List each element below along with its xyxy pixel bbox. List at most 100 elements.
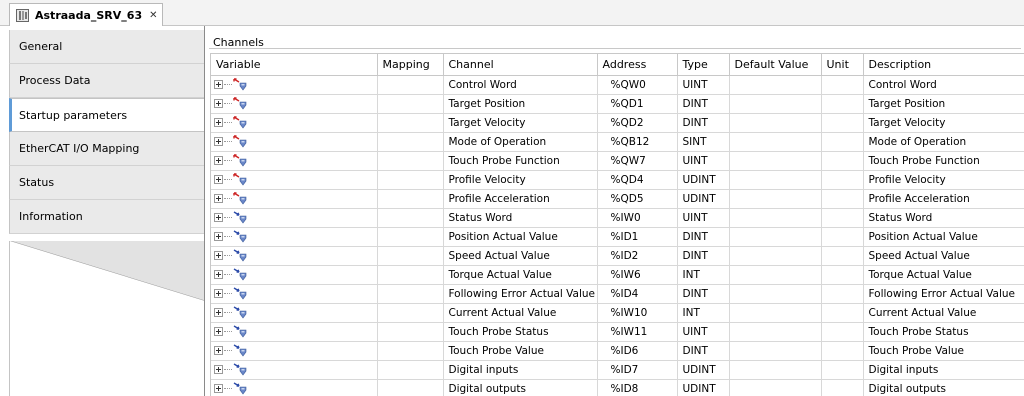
table-row[interactable]: Mode of Operation %QB12 SINT Mode of Operat… [211,132,1024,152]
table-row[interactable]: Profile Acceleration %QD5 UDINT Profile Acc… [211,189,1024,209]
cell-mapping[interactable] [377,284,444,304]
table-row[interactable]: Digital inputs %ID7 UDINT Digital inputs [211,360,1024,380]
expand-icon[interactable] [214,194,223,203]
cell-mapping[interactable] [377,113,444,133]
column-header-default-value[interactable]: Default Value [729,54,822,76]
expand-icon[interactable] [214,175,223,184]
cell-mapping[interactable] [377,265,444,285]
expand-icon[interactable] [214,213,223,222]
cell-mapping[interactable] [377,379,444,396]
table-row[interactable]: Current Actual Value %IW10 INT Current Actu… [211,303,1024,323]
cell-default-value [729,94,822,114]
cell-unit [821,303,864,323]
table-row[interactable]: Touch Probe Value %ID6 DINT Touch Probe Val… [211,341,1024,361]
cell-variable[interactable] [211,113,378,133]
cell-channel: Touch Probe Value [443,341,598,361]
cell-unit [821,151,864,171]
cell-channel: Profile Velocity [443,170,598,190]
expand-icon[interactable] [214,232,223,241]
table-row[interactable]: Target Position %QD1 DINT Target Position [211,94,1024,114]
table-row[interactable]: Control Word %QW0 UINT Control Word [211,75,1024,95]
cell-mapping[interactable] [377,94,444,114]
cell-address: %QD4 [597,170,678,190]
cell-unit [821,75,864,95]
expand-icon[interactable] [214,118,223,127]
cell-variable[interactable] [211,208,378,228]
cell-variable[interactable] [211,322,378,342]
expand-icon[interactable] [214,80,223,89]
cell-variable[interactable] [211,360,378,380]
cell-mapping[interactable] [377,322,444,342]
cell-variable[interactable] [211,265,378,285]
cell-mapping[interactable] [377,208,444,228]
cell-variable[interactable] [211,75,378,95]
cell-mapping[interactable] [377,303,444,323]
cell-mapping[interactable] [377,360,444,380]
sidebar-item-information[interactable]: Information [9,200,204,234]
cell-mapping[interactable] [377,246,444,266]
sidebar-item-label: Process Data [19,74,91,87]
expand-icon[interactable] [214,308,223,317]
cell-variable[interactable] [211,303,378,323]
expand-icon[interactable] [214,289,223,298]
cell-variable[interactable] [211,151,378,171]
cell-mapping[interactable] [377,151,444,171]
expand-icon[interactable] [214,251,223,260]
column-header-channel[interactable]: Channel [443,54,598,76]
column-header-address[interactable]: Address [597,54,678,76]
table-row[interactable]: Target Velocity %QD2 DINT Target Velocity [211,113,1024,133]
cell-mapping[interactable] [377,132,444,152]
table-row[interactable]: Speed Actual Value %ID2 DINT Speed Actual V… [211,246,1024,266]
cell-mapping[interactable] [377,170,444,190]
cell-variable[interactable] [211,170,378,190]
document-tab[interactable]: Astraada_SRV_63 ✕ [9,3,163,27]
cell-variable[interactable] [211,94,378,114]
tree-connector [224,122,232,123]
cell-mapping[interactable] [377,341,444,361]
cell-variable[interactable] [211,246,378,266]
sidebar-item-general[interactable]: General [9,30,204,64]
expand-icon[interactable] [214,384,223,393]
cell-mapping[interactable] [377,75,444,95]
table-row[interactable]: Touch Probe Function %QW7 UINT Touch Probe … [211,151,1024,171]
table-row[interactable]: Digital outputs %ID8 UDINT Digital outputs [211,379,1024,396]
cell-description: Target Position [863,94,1024,114]
table-row[interactable]: Following Error Actual Value %ID4 DINT Foll… [211,284,1024,304]
expand-icon[interactable] [214,270,223,279]
sidebar-item-ethercat-io-mapping[interactable]: EtherCAT I/O Mapping [9,132,204,166]
cell-variable[interactable] [211,379,378,396]
table-row[interactable]: Touch Probe Status %IW11 UINT Touch Probe S… [211,322,1024,342]
cell-channel: Following Error Actual Value [443,284,598,304]
cell-type: INT [677,303,730,323]
expand-icon[interactable] [214,365,223,374]
expand-icon[interactable] [214,327,223,336]
cell-mapping[interactable] [377,189,444,209]
sidebar-item-startup-parameters[interactable]: Startup parameters [9,98,204,132]
column-header-variable[interactable]: Variable [211,54,378,76]
column-header-unit[interactable]: Unit [821,54,864,76]
cell-variable[interactable] [211,341,378,361]
device-icon [16,9,29,22]
expand-icon[interactable] [214,346,223,355]
column-header-description[interactable]: Description [863,54,1024,76]
expand-icon[interactable] [214,156,223,165]
expand-icon[interactable] [214,137,223,146]
close-icon[interactable]: ✕ [149,10,157,21]
table-row[interactable]: Status Word %IW0 UINT Status Word [211,208,1024,228]
cell-mapping[interactable] [377,227,444,247]
cell-variable[interactable] [211,189,378,209]
table-row[interactable]: Profile Velocity %QD4 UDINT Profile Velocit… [211,170,1024,190]
sidebar-item-process-data[interactable]: Process Data [9,64,204,98]
sidebar-item-status[interactable]: Status [9,166,204,200]
column-header-type[interactable]: Type [677,54,730,76]
column-header-mapping[interactable]: Mapping [377,54,444,76]
cell-variable[interactable] [211,227,378,247]
table-row[interactable]: Torque Actual Value %IW6 INT Torque Actual … [211,265,1024,285]
cell-variable[interactable] [211,284,378,304]
expand-icon[interactable] [214,99,223,108]
table-row[interactable]: Position Actual Value %ID1 DINT Position Ac… [211,227,1024,247]
output-channel-icon [233,115,249,130]
cell-variable[interactable] [211,132,378,152]
cell-address: %IW10 [597,303,678,323]
cell-description: Digital outputs [863,379,1024,396]
